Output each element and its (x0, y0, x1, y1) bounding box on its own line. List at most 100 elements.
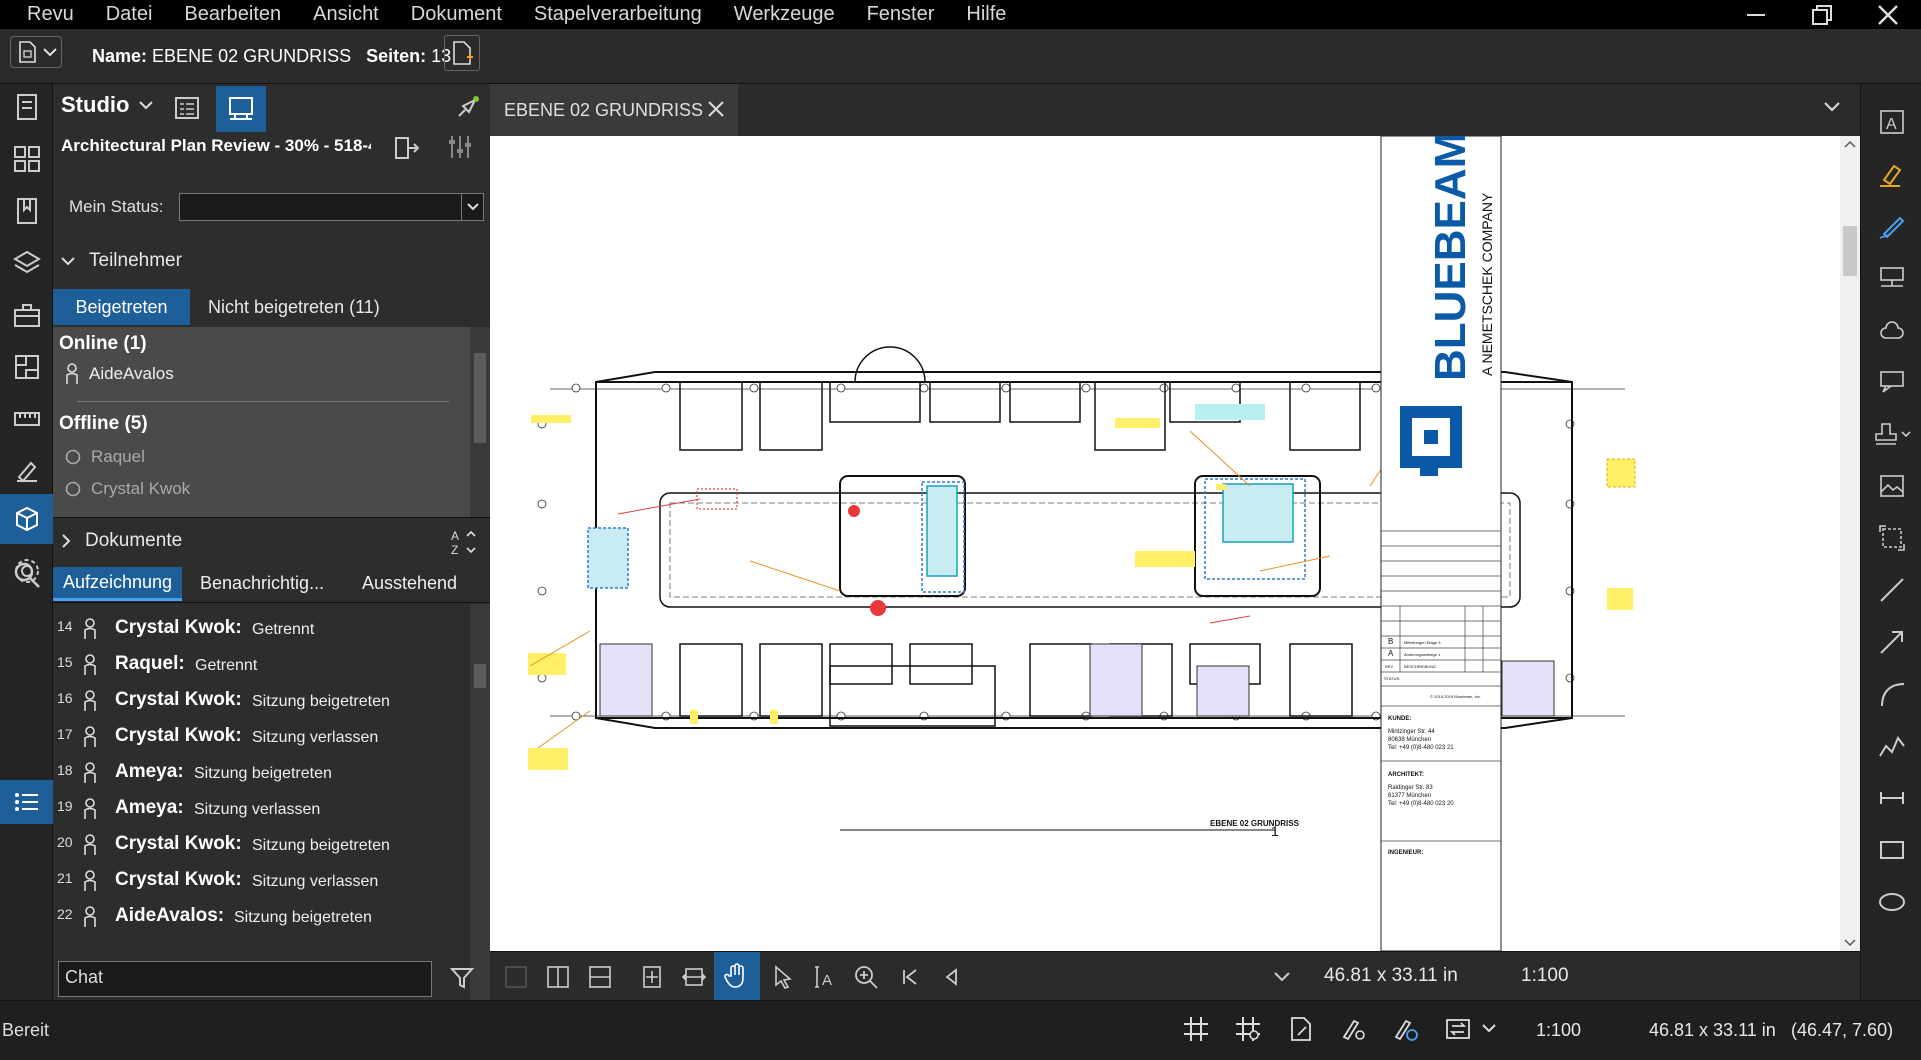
rectangle-tool[interactable] (1874, 832, 1910, 868)
add-page-button[interactable] (444, 35, 480, 71)
leave-session-button[interactable] (392, 134, 422, 164)
projects-button[interactable] (171, 92, 203, 124)
pen-tool[interactable] (1874, 208, 1910, 244)
participants-toggle[interactable]: Teilnehmer (61, 250, 182, 272)
log-entry[interactable]: 15 Raquel: Getrennt (53, 648, 470, 684)
bookmarks-button[interactable] (10, 194, 44, 228)
toolchest-button[interactable] (10, 298, 44, 332)
properties-button[interactable] (10, 350, 44, 384)
scroll-up-icon[interactable] (1844, 140, 1856, 148)
highlighter-tool[interactable] (1874, 156, 1910, 192)
menu-ansicht[interactable]: Ansicht (313, 3, 379, 26)
measurements-button[interactable] (10, 402, 44, 436)
list-view-button[interactable] (0, 780, 53, 824)
log-entry[interactable]: 21 Crystal Kwok: Sitzung verlassen (53, 864, 470, 900)
tab-notifications[interactable]: Benachrichtig... (200, 573, 324, 594)
documents-toggle[interactable]: Dokumente (61, 530, 182, 552)
snap-grid-toggle[interactable] (1234, 1015, 1262, 1043)
participants-scrollbar[interactable] (470, 327, 490, 517)
menu-revu[interactable]: Revu (27, 3, 74, 26)
scroll-thumb[interactable] (474, 664, 486, 688)
first-page-button[interactable] (892, 959, 928, 995)
reuse-markup-toggle[interactable] (1392, 1015, 1420, 1043)
minimize-button[interactable] (1723, 0, 1789, 29)
snap-content-toggle[interactable] (1288, 1015, 1316, 1043)
tab-list-button[interactable] (1824, 102, 1840, 112)
sort-button[interactable]: AZ (449, 528, 479, 556)
select-text-button[interactable]: A (806, 959, 842, 995)
tab-pending[interactable]: Ausstehend (362, 573, 457, 594)
log-user: Ameya: (115, 797, 184, 818)
participant-offline-2[interactable]: Crystal Kwok (65, 479, 190, 499)
menu-bearbeiten[interactable]: Bearbeiten (184, 3, 281, 26)
snapshot-tool[interactable] (1874, 520, 1910, 556)
chat-input[interactable]: Chat (58, 961, 432, 997)
log-entry[interactable]: 18 Ameya: Sitzung beigetreten (53, 756, 470, 792)
signatures-button[interactable] (10, 454, 44, 488)
text-box-tool[interactable]: A (1874, 104, 1910, 140)
close-tab-icon[interactable] (706, 99, 726, 119)
log-entry[interactable]: 20 Crystal Kwok: Sitzung beigetreten (53, 828, 470, 864)
cloud-tool[interactable] (1874, 312, 1910, 348)
menu-werkzeuge[interactable]: Werkzeuge (734, 3, 835, 26)
studio-button[interactable] (0, 494, 53, 544)
tab-not-joined[interactable]: Nicht beigetreten (11) (208, 289, 380, 325)
split-horizontal-button[interactable] (582, 959, 618, 995)
scroll-thumb[interactable] (474, 353, 486, 443)
document-dropdown[interactable] (10, 36, 62, 68)
single-page-button[interactable] (498, 959, 534, 995)
participant-online-1[interactable]: AideAvalos (65, 363, 174, 385)
previous-page-button[interactable] (934, 959, 970, 995)
dimension-tool[interactable] (1874, 780, 1910, 816)
tab-document[interactable]: EBENE 02 GRUNDRISS (490, 84, 738, 136)
grid-toggle[interactable] (1182, 1015, 1210, 1043)
log-entry[interactable]: 14 Crystal Kwok: Getrennt (53, 612, 470, 648)
filter-button[interactable] (450, 966, 474, 990)
polyline-tool[interactable] (1874, 728, 1910, 764)
log-entry[interactable]: 19 Ameya: Sitzung verlassen (53, 792, 470, 828)
pan-tool-button[interactable] (714, 952, 760, 1000)
callout-tool[interactable] (1874, 260, 1910, 296)
snap-markup-toggle[interactable] (1340, 1015, 1368, 1043)
session-settings-button[interactable] (447, 134, 477, 164)
restore-button[interactable] (1789, 0, 1855, 29)
log-entry[interactable]: 22 AideAvalos: Sitzung beigetreten (53, 900, 470, 936)
fit-page-button[interactable] (634, 959, 670, 995)
bottombar-expand-button[interactable] (1270, 959, 1294, 995)
scroll-down-icon[interactable] (1844, 939, 1856, 947)
thumbnails-button[interactable] (10, 90, 44, 124)
menu-stapelverarbeitung[interactable]: Stapelverarbeitung (534, 3, 702, 26)
sessions-button[interactable] (216, 86, 266, 132)
note-tool[interactable] (1874, 364, 1910, 400)
sync-mode-dropdown[interactable] (1444, 1015, 1496, 1043)
settings-button[interactable] (10, 554, 44, 588)
tab-joined[interactable]: Beigetreten (53, 289, 190, 325)
canvas-scrollbar[interactable] (1840, 136, 1860, 951)
pin-panel-button[interactable] (451, 92, 483, 124)
select-tool-button[interactable] (765, 959, 801, 995)
tab-record[interactable]: Aufzeichnung (53, 567, 182, 601)
grid-view-button[interactable] (10, 142, 44, 176)
log-entry[interactable]: 17 Crystal Kwok: Sitzung verlassen (53, 720, 470, 756)
line-tool[interactable] (1874, 572, 1910, 608)
arrow-tool[interactable] (1874, 624, 1910, 660)
ellipse-tool[interactable] (1874, 884, 1910, 920)
studio-dropdown[interactable]: Studio (61, 92, 154, 118)
menu-dokument[interactable]: Dokument (411, 3, 502, 26)
scroll-thumb[interactable] (1843, 226, 1857, 276)
participant-offline-1[interactable]: Raquel (65, 447, 145, 467)
image-tool[interactable] (1874, 468, 1910, 504)
close-window-button[interactable] (1855, 0, 1921, 29)
layers-button[interactable] (10, 246, 44, 280)
menu-hilfe[interactable]: Hilfe (966, 3, 1006, 26)
arc-tool[interactable] (1874, 676, 1910, 712)
stamp-tool[interactable] (1869, 416, 1915, 452)
split-vertical-button[interactable] (540, 959, 576, 995)
my-status-select[interactable] (179, 193, 484, 221)
log-entry[interactable]: 16 Crystal Kwok: Sitzung beigetreten (53, 684, 470, 720)
drawing-canvas[interactable]: EBENE 02 GRUNDRISS 1 BLUEBEAM A NEMETSCH… (490, 136, 1840, 951)
fit-width-button[interactable] (676, 959, 712, 995)
menu-fenster[interactable]: Fenster (867, 3, 935, 26)
menu-datei[interactable]: Datei (106, 3, 153, 26)
zoom-button[interactable] (848, 959, 884, 995)
